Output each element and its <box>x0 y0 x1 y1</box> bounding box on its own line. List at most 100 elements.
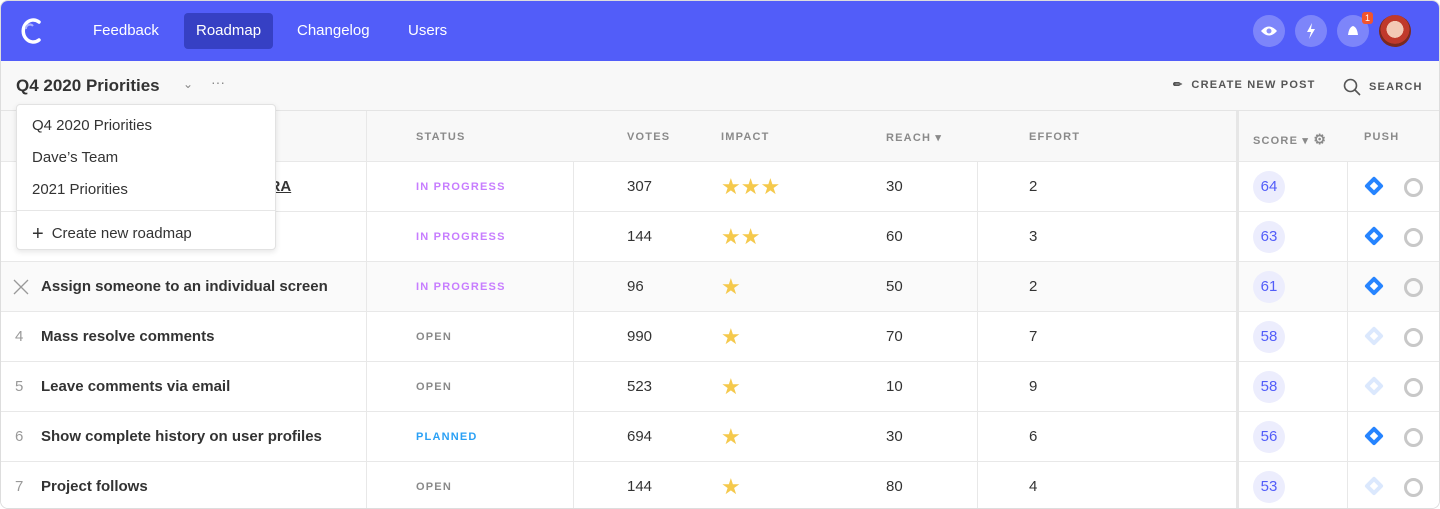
create-roadmap-button[interactable]: + Create new roadmap <box>32 223 192 246</box>
logo-icon[interactable] <box>17 15 43 47</box>
roadmap-dropdown: Q4 2020 Priorities Dave’s Team 2021 Prio… <box>16 104 276 250</box>
app-window: Feedback Roadmap Changelog Users 1 Q4 20… <box>0 0 1440 509</box>
nav-changelog[interactable]: Changelog <box>285 13 382 49</box>
effort-value[interactable]: 9 <box>1029 362 1037 412</box>
table-row[interactable]: 7 Project follows OPEN 144 ★ 80 4 53 <box>1 461 1439 508</box>
score-badge: 58 <box>1253 321 1285 353</box>
header-impact[interactable]: IMPACT <box>721 131 770 143</box>
github-icon[interactable] <box>1404 278 1423 297</box>
votes-value: 523 <box>627 378 653 395</box>
votes-value: 96 <box>627 278 644 295</box>
post-title[interactable]: Leave comments via email <box>41 362 230 412</box>
header-score-label: SCORE <box>1253 135 1299 147</box>
search-label: SEARCH <box>1369 81 1423 93</box>
divider <box>1347 161 1348 508</box>
reach-value[interactable]: 10 <box>886 362 903 412</box>
reach-value[interactable]: 60 <box>886 212 903 262</box>
github-icon[interactable] <box>1404 478 1423 497</box>
star-icon: ★ <box>721 474 741 499</box>
effort-value[interactable]: 6 <box>1029 412 1037 462</box>
divider <box>17 210 275 211</box>
status-badge: OPEN <box>416 481 452 493</box>
post-title[interactable]: Mass resolve comments <box>41 312 214 362</box>
divider <box>1236 111 1239 508</box>
gear-icon[interactable]: ⚙ <box>1313 131 1327 147</box>
bell-icon[interactable]: 1 <box>1337 12 1373 47</box>
github-icon[interactable] <box>1404 178 1423 197</box>
status-badge: IN PROGRESS <box>416 281 506 293</box>
impact-stars[interactable]: ★ <box>721 412 741 462</box>
header-score[interactable]: SCORE ▾ ⚙ <box>1253 131 1327 148</box>
dropdown-item[interactable]: 2021 Priorities <box>32 181 128 198</box>
jira-icon[interactable] <box>1364 376 1384 396</box>
pencil-icon: ✏ <box>1173 79 1184 91</box>
status-badge: PLANNED <box>416 431 478 443</box>
search-button[interactable]: SEARCH <box>1343 78 1423 96</box>
reach-value[interactable]: 80 <box>886 462 903 508</box>
eye-icon[interactable] <box>1253 15 1285 47</box>
reach-value[interactable]: 30 <box>886 162 903 212</box>
status-badge: IN PROGRESS <box>416 181 506 193</box>
table-row[interactable]: Assign someone to an individual screen I… <box>1 261 1439 311</box>
header-votes[interactable]: VOTES <box>627 131 670 143</box>
header-status[interactable]: STATUS <box>416 131 466 143</box>
jira-icon[interactable] <box>1364 476 1384 496</box>
impact-stars[interactable]: ★★ <box>721 212 760 262</box>
post-title[interactable]: Show complete history on user profiles <box>41 412 322 462</box>
divider <box>977 161 978 508</box>
jira-icon[interactable] <box>1364 326 1384 346</box>
roadmap-title[interactable]: Q4 2020 Priorities <box>16 76 160 96</box>
jira-icon[interactable] <box>1364 276 1384 296</box>
top-nav: Feedback Roadmap Changelog Users 1 <box>1 1 1439 61</box>
votes-value: 144 <box>627 228 653 245</box>
more-icon[interactable]: ··· <box>211 74 225 90</box>
row-number: 6 <box>15 428 24 445</box>
row-number: 5 <box>15 378 24 395</box>
github-icon[interactable] <box>1404 378 1423 397</box>
header-reach[interactable]: REACH ▾ <box>886 131 942 144</box>
sort-down-icon: ▾ <box>1302 135 1310 147</box>
github-icon[interactable] <box>1404 228 1423 247</box>
github-icon[interactable] <box>1404 328 1423 347</box>
effort-value[interactable]: 2 <box>1029 262 1037 312</box>
nav-feedback[interactable]: Feedback <box>81 13 171 49</box>
impact-stars[interactable]: ★ <box>721 312 741 362</box>
divider <box>573 161 574 508</box>
nav-roadmap[interactable]: Roadmap <box>184 13 274 49</box>
table-row[interactable]: 5 Leave comments via email OPEN 523 ★ 10 … <box>1 361 1439 411</box>
effort-value[interactable]: 4 <box>1029 462 1037 508</box>
row-number: 4 <box>15 328 24 345</box>
table-row[interactable]: 6 Show complete history on user profiles … <box>1 411 1439 461</box>
effort-value[interactable]: 2 <box>1029 162 1037 212</box>
chevron-down-icon[interactable]: ⌄ <box>183 77 193 91</box>
dropdown-item[interactable]: Dave’s Team <box>32 149 118 166</box>
reach-value[interactable]: 30 <box>886 412 903 462</box>
reach-value[interactable]: 70 <box>886 312 903 362</box>
post-title[interactable]: Assign someone to an individual screen <box>41 262 328 312</box>
reach-value[interactable]: 50 <box>886 262 903 312</box>
impact-stars[interactable]: ★★★ <box>721 162 780 212</box>
effort-value[interactable]: 7 <box>1029 312 1037 362</box>
effort-value[interactable]: 3 <box>1029 212 1037 262</box>
nav-users[interactable]: Users <box>396 13 459 49</box>
jira-icon[interactable] <box>1364 226 1384 246</box>
post-title[interactable]: Project follows <box>41 462 148 508</box>
close-icon[interactable] <box>13 279 29 295</box>
header-effort[interactable]: EFFORT <box>1029 131 1080 143</box>
impact-stars[interactable]: ★ <box>721 462 741 508</box>
dropdown-item[interactable]: Q4 2020 Priorities <box>32 117 152 134</box>
impact-stars[interactable]: ★ <box>721 362 741 412</box>
votes-value: 144 <box>627 478 653 495</box>
star-icon: ★ <box>740 224 761 249</box>
bolt-icon[interactable] <box>1295 15 1327 47</box>
create-post-label: CREATE NEW POST <box>1191 78 1316 91</box>
score-badge: 64 <box>1253 171 1285 203</box>
status-badge: OPEN <box>416 331 452 343</box>
jira-icon[interactable] <box>1364 426 1384 446</box>
table-row[interactable]: 4 Mass resolve comments OPEN 990 ★ 70 7 5… <box>1 311 1439 361</box>
jira-icon[interactable] <box>1364 176 1384 196</box>
create-post-button[interactable]: ✏ CREATE NEW POST <box>1173 78 1316 92</box>
impact-stars[interactable]: ★ <box>721 262 741 312</box>
github-icon[interactable] <box>1404 428 1423 447</box>
avatar[interactable] <box>1379 15 1411 47</box>
